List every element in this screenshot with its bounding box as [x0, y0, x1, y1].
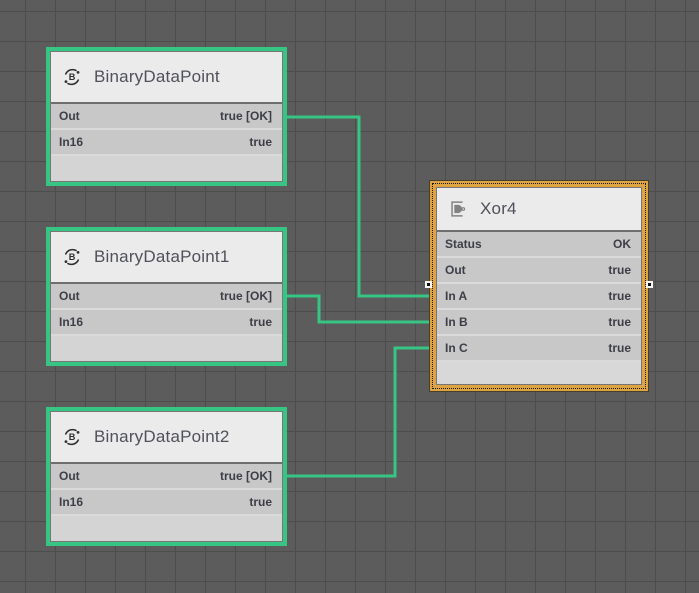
prop-row-out[interactable]: Out true [OK]	[51, 284, 282, 308]
prop-row-in16[interactable]: In16 true	[51, 310, 282, 334]
prop-value: true	[249, 315, 282, 329]
prop-label: Status	[437, 237, 482, 251]
wire[interactable]	[287, 117, 430, 296]
block-header[interactable]: B BinaryDataPoint	[51, 52, 282, 102]
prop-row-out[interactable]: Out true [OK]	[51, 464, 282, 488]
block-footer	[51, 156, 282, 181]
prop-value: true [OK]	[220, 109, 282, 123]
block-title: BinaryDataPoint2	[94, 427, 230, 447]
prop-value: true [OK]	[220, 469, 282, 483]
block-footer	[51, 336, 282, 361]
prop-value: true	[249, 135, 282, 149]
block-binarydatapoint2[interactable]: B BinaryDataPoint2 Out true [OK] In16 tr…	[46, 407, 287, 546]
binary-point-icon: B	[61, 246, 83, 268]
prop-row-in-a[interactable]: In A true	[437, 284, 641, 308]
prop-value: true	[249, 495, 282, 509]
block-footer	[51, 516, 282, 541]
binary-point-icon: B	[61, 66, 83, 88]
block-header[interactable]: B BinaryDataPoint2	[51, 412, 282, 462]
xor-gate-icon	[447, 198, 469, 220]
prop-label: Out	[51, 469, 80, 483]
prop-label: In16	[51, 495, 83, 509]
prop-value: OK	[613, 237, 641, 251]
block-xor4[interactable]: Xor4 Status OK Out true In A true In B t…	[430, 181, 648, 391]
wire[interactable]	[287, 348, 430, 476]
prop-row-in16[interactable]: In16 true	[51, 130, 282, 154]
block-binarydatapoint1[interactable]: B BinaryDataPoint1 Out true [OK] In16 tr…	[46, 227, 287, 366]
selection-handle-left[interactable]	[425, 281, 432, 288]
prop-label: In16	[51, 315, 83, 329]
block-header[interactable]: B BinaryDataPoint1	[51, 232, 282, 282]
prop-row-out[interactable]: Out true	[437, 258, 641, 282]
block-footer	[437, 362, 641, 384]
prop-label: In B	[437, 315, 468, 329]
prop-label: In C	[437, 341, 468, 355]
prop-row-out[interactable]: Out true [OK]	[51, 104, 282, 128]
prop-row-status[interactable]: Status OK	[437, 232, 641, 256]
wire-sheet-canvas[interactable]: B BinaryDataPoint Out true [OK] In16 tru…	[0, 0, 699, 593]
block-title: Xor4	[480, 199, 517, 219]
block-header[interactable]: Xor4	[437, 188, 641, 230]
wire[interactable]	[287, 296, 430, 322]
prop-value: true	[608, 315, 641, 329]
prop-value: true	[608, 263, 641, 277]
prop-label: Out	[437, 263, 466, 277]
block-title: BinaryDataPoint1	[94, 247, 230, 267]
prop-row-in-b[interactable]: In B true	[437, 310, 641, 334]
prop-label: In A	[437, 289, 467, 303]
prop-row-in16[interactable]: In16 true	[51, 490, 282, 514]
selection-handle-right[interactable]	[646, 281, 653, 288]
svg-text:B: B	[69, 432, 76, 442]
prop-label: In16	[51, 135, 83, 149]
svg-text:B: B	[69, 252, 76, 262]
binary-point-icon: B	[61, 426, 83, 448]
svg-text:B: B	[69, 72, 76, 82]
prop-value: true [OK]	[220, 289, 282, 303]
prop-label: Out	[51, 109, 80, 123]
prop-value: true	[608, 341, 641, 355]
prop-row-in-c[interactable]: In C true	[437, 336, 641, 360]
block-title: BinaryDataPoint	[94, 67, 220, 87]
prop-label: Out	[51, 289, 80, 303]
prop-value: true	[608, 289, 641, 303]
block-binarydatapoint[interactable]: B BinaryDataPoint Out true [OK] In16 tru…	[46, 47, 287, 186]
